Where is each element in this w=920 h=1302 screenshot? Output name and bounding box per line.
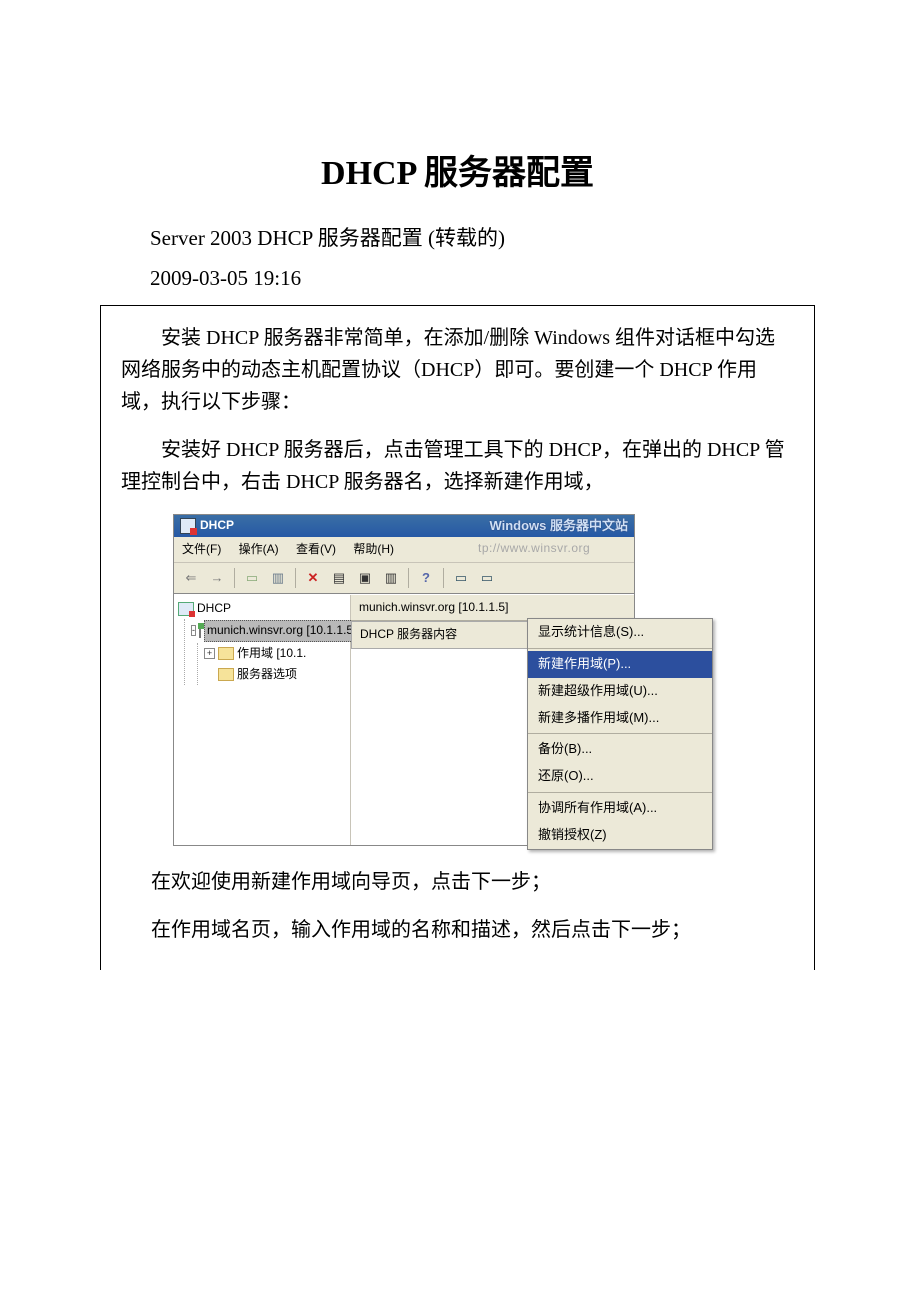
delete-button[interactable] [302,567,324,589]
banner-text: Windows 服务器中文站 [489,515,628,537]
panes: DHCP - munich.winsvr.org [10.1.1.5] + [174,594,634,845]
properties-button[interactable] [328,567,350,589]
menu-help[interactable]: 帮助(H) [353,542,394,556]
context-menu: 显示统计信息(S)... 新建作用域(P)... 新建超级作用域(U)... 新… [527,618,713,849]
document-page: DHCP 服务器配置 Server 2003 DHCP 服务器配置 (转载的) … [0,0,920,1302]
page-title: DHCP 服务器配置 [100,145,815,194]
menu-view[interactable]: 查看(V) [296,542,336,556]
paragraph-3: 在欢迎使用新建作用域向导页，点击下一步； [121,866,792,898]
toolbar-separator [408,568,409,588]
paragraph-4: 在作用域名页，输入作用域的名称和描述，然后点击下一步； [121,914,792,946]
window-title: DHCP [200,516,234,535]
ctx-stats[interactable]: 显示统计信息(S)... [528,619,712,646]
titlebar: DHCP Windows 服务器中文站 [174,515,634,537]
folder-icon [218,668,234,681]
help-button[interactable] [415,567,437,589]
ctx-backup[interactable]: 备份(B)... [528,736,712,763]
toolbar-separator [234,568,235,588]
tree-scope-label: 作用域 [10.1. [237,644,306,663]
list-pane: munich.winsvr.org [10.1.1.5] DHCP 服务器内容 … [351,595,634,845]
paragraph-1: 安装 DHCP 服务器非常简单，在添加/删除 Windows 组件对话框中勾选网… [121,322,792,418]
menubar: 文件(F) 操作(A) 查看(V) 帮助(H) tp://www.winsvr.… [174,537,634,563]
folder-icon [218,647,234,660]
toolbar-separator [295,568,296,588]
ctx-divider [528,733,712,734]
server-icon [199,624,201,638]
tree-server[interactable]: - munich.winsvr.org [10.1.1.5] [189,619,348,642]
forward-button[interactable] [206,567,228,589]
timestamp: 2009-03-05 19:16 [150,266,815,291]
menu-action[interactable]: 操作(A) [239,542,279,556]
collapse-icon[interactable]: - [191,625,196,636]
subtitle: Server 2003 DHCP 服务器配置 (转载的) [150,222,815,252]
dhcp-console-screenshot: DHCP Windows 服务器中文站 文件(F) 操作(A) 查看(V) 帮助… [173,514,635,846]
ctx-divider [528,648,712,649]
ctx-unauthorize[interactable]: 撤销授权(Z) [528,822,712,849]
content-box: 安装 DHCP 服务器非常简单，在添加/删除 Windows 组件对话框中勾选网… [100,305,815,970]
monitor-button-1[interactable] [450,567,472,589]
ctx-reconcile[interactable]: 协调所有作用域(A)... [528,795,712,822]
export-button[interactable] [380,567,402,589]
refresh-button[interactable] [267,567,289,589]
up-button[interactable] [241,567,263,589]
paragraph-2: 安装好 DHCP 服务器后，点击管理工具下的 DHCP，在弹出的 DHCP 管理… [121,434,792,498]
ctx-new-superscope[interactable]: 新建超级作用域(U)... [528,678,712,705]
tree-server-label: munich.winsvr.org [10.1.1.5] [204,620,359,641]
tree-options-label: 服务器选项 [237,665,297,684]
tree-pane: DHCP - munich.winsvr.org [10.1.1.5] + [174,595,351,845]
ghost-url: tp://www.winsvr.org [478,539,590,558]
tree-root-label: DHCP [197,599,231,618]
expand-icon[interactable]: + [204,648,215,659]
ctx-divider [528,792,712,793]
toolbar-separator [443,568,444,588]
back-button[interactable] [180,567,202,589]
ctx-new-scope[interactable]: 新建作用域(P)... [528,651,712,678]
ctx-restore[interactable]: 还原(O)... [528,763,712,790]
monitor-button-2[interactable] [476,567,498,589]
menu-file[interactable]: 文件(F) [182,542,221,556]
tool-button[interactable] [354,567,376,589]
tree-scope[interactable]: + 作用域 [10.1. [202,643,348,664]
dhcp-app-icon [180,518,196,534]
ctx-new-multicast[interactable]: 新建多播作用域(M)... [528,705,712,732]
tree-server-options[interactable]: 服务器选项 [202,664,348,685]
toolbar [174,563,634,594]
dhcp-icon [178,602,194,616]
tree-root[interactable]: DHCP [176,598,348,619]
